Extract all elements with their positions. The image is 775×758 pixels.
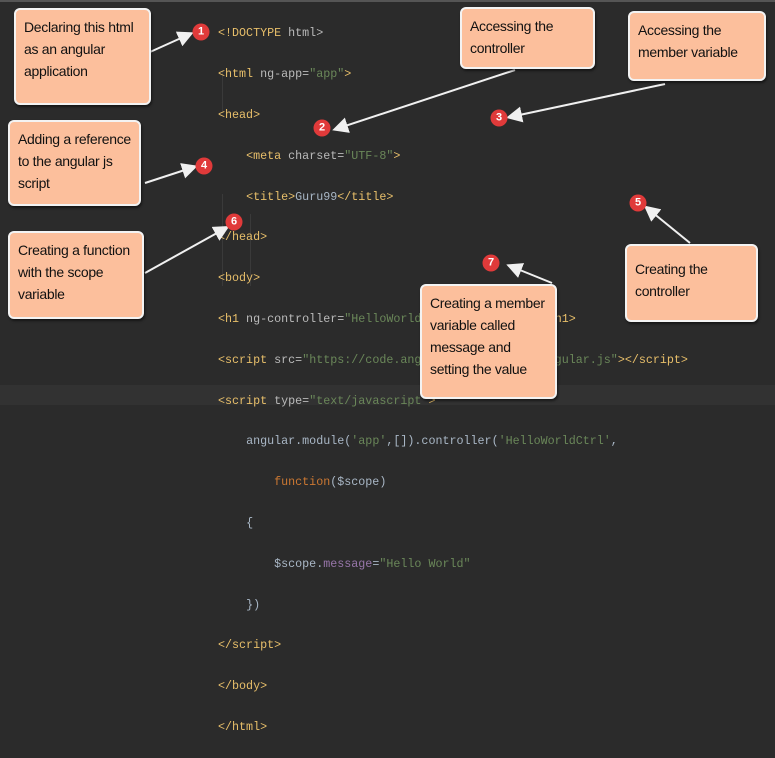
badge-4: 4 [195, 157, 213, 175]
arrow-5 [643, 205, 691, 244]
code: ,[]).controller( [386, 434, 499, 449]
code-line-14: $scope.message="Hello World" [218, 554, 688, 574]
note-creating-function: Creating a function with the scope varia… [8, 231, 144, 319]
code-line-15: }) [218, 595, 688, 615]
string: 'app' [351, 434, 387, 449]
code-line-17: </body> [218, 676, 688, 696]
member: message [323, 556, 373, 571]
note-declaring-angular-app: Declaring this html as an angular applic… [14, 8, 151, 105]
string: "Hello World" [379, 556, 471, 571]
badge-1: 1 [192, 23, 210, 41]
tag: </html> [218, 719, 268, 734]
code-line-11: angular.module('app',[]).controller('Hel… [218, 431, 688, 451]
tag: </body> [218, 679, 268, 694]
arrow-6 [144, 226, 230, 274]
arrow-7 [506, 263, 553, 284]
code: = [372, 556, 380, 571]
note-angular-reference: Adding a reference to the angular js scr… [8, 120, 141, 206]
badge-6: 6 [225, 213, 243, 231]
code-line-12: function($scope) [218, 472, 688, 492]
keyword: function [274, 475, 331, 490]
arrow-1 [149, 31, 194, 53]
code-line-18: </html> [218, 717, 688, 737]
badge-5: 5 [629, 194, 647, 212]
badge-7: 7 [482, 254, 500, 272]
code: }) [246, 597, 261, 612]
code: , [610, 434, 618, 449]
note-accessing-controller: Accessing the controller [460, 7, 595, 69]
note-creating-controller: Creating the controller [625, 244, 758, 322]
note-creating-member-variable: Creating a member variable called messag… [420, 284, 557, 399]
tag: </script> [218, 638, 282, 653]
note-accessing-member-variable: Accessing the member variable [628, 11, 766, 81]
arrow-3 [506, 83, 666, 123]
badge-2: 2 [313, 119, 331, 137]
code: angular.module( [246, 434, 352, 449]
code: $scope. [274, 556, 324, 571]
arrow-4 [144, 163, 198, 184]
code: ($scope) [330, 475, 387, 490]
badge-3: 3 [490, 109, 508, 127]
string: 'HelloWorldCtrl' [498, 434, 611, 449]
code-line-13: { [218, 513, 688, 533]
code-line-16: </script> [218, 635, 688, 655]
arrow-2 [332, 69, 516, 133]
code: { [246, 515, 254, 530]
